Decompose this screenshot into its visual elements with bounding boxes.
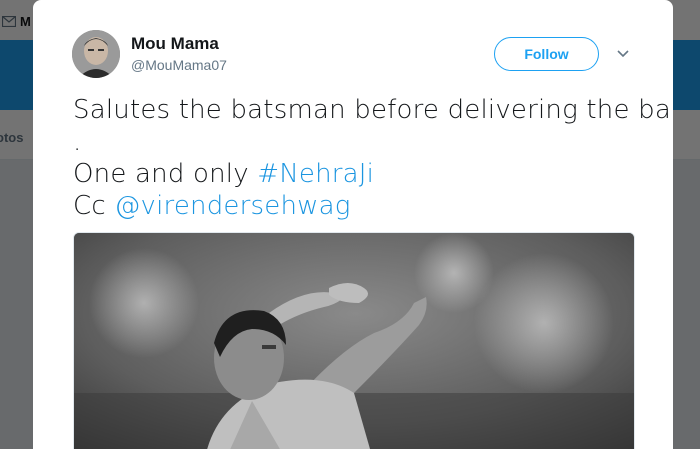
tweet-photo[interactable]	[73, 232, 635, 449]
tweet-modal: Mou Mama @MouMama07 Follow Salutes the b…	[33, 0, 673, 449]
tweet-text-segment: One and only	[73, 159, 258, 189]
tweet-text-line: .	[73, 127, 82, 157]
chevron-down-icon[interactable]	[615, 46, 631, 62]
tweet-text-line: Cc @virendersehwag	[73, 190, 653, 222]
avatar[interactable]	[72, 30, 120, 78]
tweet-text-line: Salutes the batsman before delivering th…	[73, 95, 673, 125]
follow-button[interactable]: Follow	[494, 37, 599, 71]
tweet-text-line: One and only #NehraJi	[73, 158, 653, 190]
mention-link[interactable]: @virendersehwag	[114, 191, 350, 221]
author-name[interactable]: Mou Mama	[131, 34, 219, 54]
author-handle[interactable]: @MouMama07	[131, 57, 227, 73]
hashtag-link[interactable]: #NehraJi	[257, 159, 374, 189]
tweet-text: Salutes the batsman before delivering th…	[73, 94, 673, 222]
tweet-text-segment: Cc	[73, 191, 115, 221]
